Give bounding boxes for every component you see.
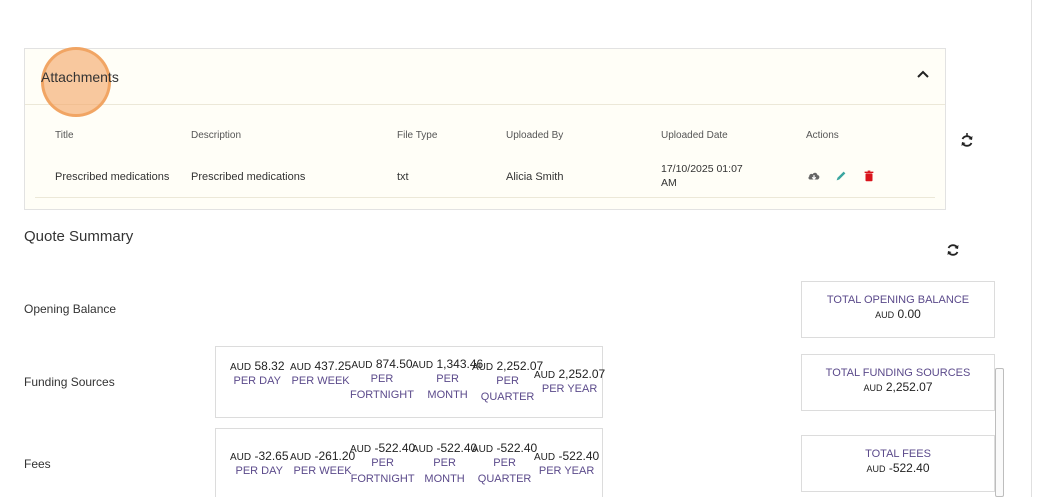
funding-rate-year: AUD 2,252.07 PER YEAR <box>534 367 606 395</box>
column-header-file-type: File Type <box>397 130 438 141</box>
fees-rate-year: AUD -522.40 PER YEAR <box>534 449 600 477</box>
quote-summary-title: Quote Summary <box>24 228 134 245</box>
row-divider <box>35 197 935 198</box>
column-header-uploaded-date: Uploaded Date <box>661 130 728 141</box>
cell-title: Prescribed medications <box>55 171 170 183</box>
cell-description: Prescribed medications <box>191 171 306 183</box>
fees-rates: AUD -32.65 PER DAY AUD -261.20 PER WEEK … <box>215 428 603 497</box>
column-header-title: Title <box>55 130 74 141</box>
opening-balance-label: Opening Balance <box>24 302 117 316</box>
refresh-icon[interactable] <box>945 242 961 258</box>
total-opening-balance-card: TOTAL OPENING BALANCE AUD 0.00 <box>801 281 995 338</box>
cell-uploaded-by: Alicia Smith <box>506 171 564 183</box>
uploaded-date-line1: 17/10/2025 01:07 <box>661 163 743 175</box>
total-fees-card: TOTAL FEES AUD -522.40 <box>801 435 995 492</box>
window-edge <box>1031 0 1032 497</box>
cell-uploaded-date: 17/10/2025 01:07 AM <box>661 163 743 189</box>
chevron-up-icon[interactable] <box>915 67 931 83</box>
column-header-description: Description <box>191 130 242 141</box>
fees-rate-week: AUD -261.20 PER WEEK <box>290 449 356 477</box>
total-opening-balance-value: AUD 0.00 <box>875 307 921 321</box>
attachments-title: Attachments <box>41 69 119 85</box>
attachments-panel: Attachments Title Description File Type … <box>24 47 946 210</box>
fees-label: Fees <box>24 457 51 471</box>
total-funding-sources-value: AUD 2,252.07 <box>863 380 933 394</box>
column-header-uploaded-by: Uploaded By <box>506 130 564 141</box>
cell-file-type: txt <box>397 171 409 183</box>
funding-rate-quarter: AUD 2,252.07 PER QUARTER <box>472 359 544 403</box>
total-funding-sources-label: TOTAL FUNDING SOURCES <box>825 367 971 379</box>
total-fees-label: TOTAL FEES <box>865 448 931 460</box>
funding-rate-day: AUD 58.32 PER DAY <box>230 359 285 387</box>
attachments-header[interactable]: Attachments <box>25 47 945 117</box>
fees-rate-fortnight: AUD -522.40 PER FORTNIGHT <box>350 441 416 485</box>
fees-rate-month: AUD -522.40 PER MONTH <box>412 441 478 485</box>
total-funding-sources-card: TOTAL FUNDING SOURCES AUD 2,252.07 <box>801 354 995 411</box>
total-opening-balance-label: TOTAL OPENING BALANCE <box>826 294 970 306</box>
refresh-icon[interactable] <box>959 133 975 149</box>
fees-rate-day: AUD -32.65 PER DAY <box>230 449 289 477</box>
scrollbar-thumb[interactable] <box>995 368 1004 497</box>
cloud-download-icon[interactable] <box>807 169 821 183</box>
funding-sources-rates: AUD 58.32 PER DAY AUD 437.25 PER WEEK AU… <box>215 346 606 418</box>
pencil-icon[interactable] <box>834 169 848 183</box>
trash-icon[interactable] <box>862 169 876 183</box>
total-fees-value: AUD -522.40 <box>866 461 930 475</box>
funding-sources-label: Funding Sources <box>24 375 115 389</box>
fees-rate-quarter: AUD -522.40 PER QUARTER <box>472 441 538 485</box>
funding-rate-fortnight: AUD 874.50 PER FORTNIGHT <box>350 357 414 401</box>
funding-rate-week: AUD 437.25 PER WEEK <box>290 359 352 387</box>
uploaded-date-line2: AM <box>661 177 677 189</box>
column-header-actions: Actions <box>806 130 839 141</box>
